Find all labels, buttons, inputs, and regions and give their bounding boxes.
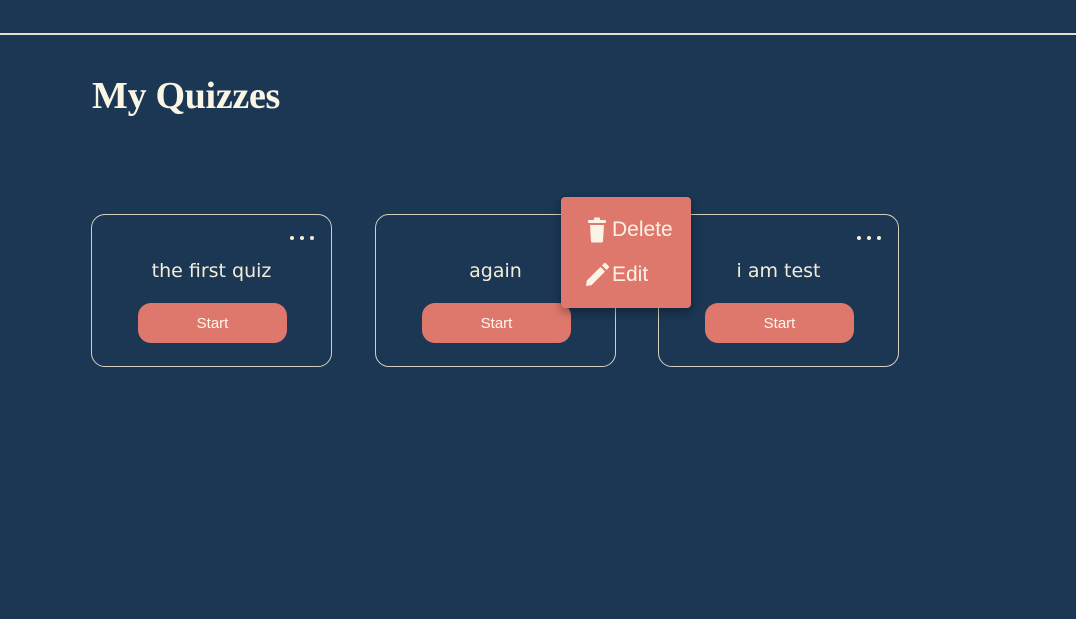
quiz-card: the first quiz Start [91, 214, 332, 367]
quiz-card: i am test Start [658, 214, 899, 367]
quiz-title: the first quiz [151, 260, 272, 282]
start-quiz-button[interactable]: Start [422, 303, 571, 343]
menu-item-label: Delete [612, 218, 673, 241]
delete-menu-item[interactable]: Delete [583, 215, 673, 245]
page-title: My Quizzes [92, 75, 281, 117]
edit-menu-item[interactable]: Edit [583, 260, 648, 290]
start-quiz-button[interactable]: Start [138, 303, 287, 343]
menu-item-label: Edit [612, 263, 649, 286]
top-bar [0, 0, 1076, 35]
start-quiz-button[interactable]: Start [705, 303, 854, 343]
trash-icon [583, 217, 610, 244]
pencil-icon [583, 262, 610, 289]
quiz-title: i am test [736, 260, 821, 282]
more-options-icon[interactable] [854, 229, 884, 245]
more-options-icon[interactable] [287, 229, 317, 245]
quiz-context-menu: Delete Edit [561, 197, 691, 308]
